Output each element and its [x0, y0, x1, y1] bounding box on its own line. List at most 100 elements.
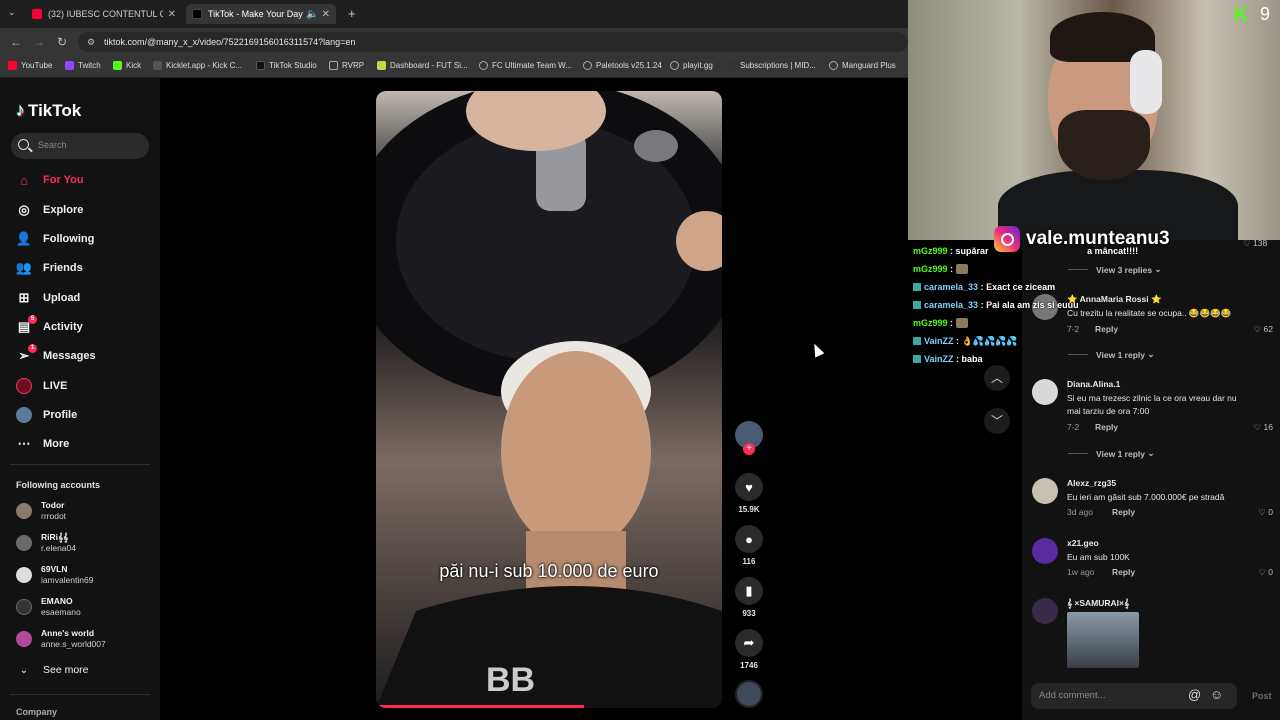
- reply-button[interactable]: Reply: [1112, 567, 1135, 577]
- close-icon[interactable]: 🔈 ✕: [306, 9, 330, 20]
- next-video-button[interactable]: ﹀: [984, 408, 1010, 434]
- reply-button[interactable]: Reply: [1112, 507, 1135, 517]
- like-button[interactable]: ♥ 15.9K: [735, 473, 763, 514]
- compass-icon: ◎: [18, 202, 30, 217]
- company-link[interactable]: Company: [16, 707, 57, 717]
- tiktok-logo[interactable]: ♪ TikTok: [16, 100, 81, 121]
- emoji-icon[interactable]: ☺: [1210, 687, 1223, 702]
- sidebar-item-for-you[interactable]: ⌂ For You: [16, 170, 83, 190]
- share-button[interactable]: ➦ 1746: [735, 629, 763, 670]
- bookmark-subscriptions[interactable]: Subscriptions | MID...: [727, 61, 816, 70]
- comment-image[interactable]: [1067, 612, 1139, 668]
- chat-text: : Exact ce ziceam: [980, 282, 1056, 292]
- like-button[interactable]: ♡ 0: [1258, 567, 1273, 578]
- divider: [10, 694, 150, 695]
- bookmark-twitch[interactable]: Twitch: [65, 61, 101, 70]
- following-account[interactable]: RiRi𝄞𝄞 r.elena04: [16, 532, 76, 554]
- search-input[interactable]: Search: [11, 133, 149, 159]
- heart-icon: ♥: [735, 473, 763, 501]
- comment-author[interactable]: ⭐ AnnaMaria Rossi ⭐: [1067, 294, 1162, 305]
- live-icon: [16, 378, 32, 394]
- video-frame: BB: [376, 91, 722, 708]
- view-replies-button[interactable]: View 1 reply ⌄: [1068, 349, 1154, 360]
- previous-video-button[interactable]: ︿: [984, 365, 1010, 391]
- avatar: [16, 535, 32, 551]
- avatar[interactable]: [1032, 538, 1058, 564]
- sidebar-item-more[interactable]: ⋯ More: [16, 434, 70, 454]
- avatar[interactable]: [1032, 379, 1058, 405]
- comment-author[interactable]: 𝄞 ×SAMURAI×𝄞: [1067, 598, 1129, 609]
- reload-icon[interactable]: ↻: [57, 35, 67, 49]
- view-replies-button[interactable]: View 3 replies ⌄: [1068, 264, 1162, 275]
- sidebar-item-following[interactable]: 👤 Following: [16, 229, 94, 249]
- forward-icon[interactable]: →: [33, 35, 45, 49]
- divider: [10, 464, 150, 465]
- chat-message: VainZZ : 👌💦💦💦💦: [913, 336, 1018, 347]
- sound-disc-button[interactable]: [735, 680, 763, 708]
- bookmark-kick[interactable]: Kick: [113, 61, 141, 70]
- bookmark-youtube[interactable]: YouTube: [8, 61, 52, 70]
- tab-youtube[interactable]: (32) IUBESC CONTENTUL CRING ✕: [26, 4, 182, 24]
- like-number: 62: [1263, 324, 1273, 334]
- bookmark-manguard[interactable]: Manguard Plus: [829, 61, 896, 70]
- chat-message: mGz999 :: [913, 264, 968, 274]
- creator-avatar-button[interactable]: +: [735, 421, 763, 455]
- like-button[interactable]: ♡ 16: [1254, 422, 1273, 433]
- sidebar-item-explore[interactable]: ◎ Explore: [16, 200, 83, 220]
- comment-button[interactable]: ● 116: [735, 525, 763, 566]
- chat-text: :: [950, 264, 954, 274]
- following-account[interactable]: 69VLN iamvalentin69: [16, 564, 93, 586]
- comment-author[interactable]: x21.geo: [1067, 538, 1099, 548]
- sidebar-item-live[interactable]: LIVE: [16, 376, 67, 396]
- following-account[interactable]: Anne's world anne.s_world007: [16, 628, 106, 650]
- chat-text: :: [950, 318, 954, 328]
- comment-author[interactable]: Alexz_rzg35: [1067, 478, 1116, 488]
- sidebar-item-messages[interactable]: ➢ 1 Messages: [16, 344, 96, 366]
- avatar[interactable]: [1032, 478, 1058, 504]
- back-icon[interactable]: ←: [10, 35, 22, 49]
- site-info-icon[interactable]: ⚙: [87, 32, 95, 52]
- mention-icon[interactable]: @: [1188, 687, 1201, 702]
- bookmark-tiktok-studio[interactable]: TikTok Studio: [256, 61, 317, 70]
- like-count[interactable]: ♡ 138: [1243, 238, 1267, 249]
- bookmark-paletools[interactable]: Paletools v25.1.24: [583, 61, 662, 70]
- comment-author[interactable]: Diana.Alina.1: [1067, 379, 1120, 389]
- chat-text: : supărar: [950, 246, 989, 256]
- nav-label: Upload: [43, 292, 81, 304]
- bookmark-fc-ultimate[interactable]: FC Ultimate Team W...: [479, 61, 572, 70]
- new-tab-button[interactable]: +: [348, 6, 356, 21]
- follow-plus-icon[interactable]: +: [743, 443, 755, 455]
- reply-button[interactable]: Reply: [1095, 324, 1118, 334]
- upload-icon: ⊞: [18, 290, 30, 305]
- avatar[interactable]: [1032, 598, 1058, 624]
- bookmark-kicklet[interactable]: Kicklet.app - Kick C...: [153, 61, 242, 70]
- comment-date: 3d ago: [1067, 507, 1093, 517]
- chat-emote: [955, 264, 968, 274]
- bookmark-rvrp[interactable]: RVRP: [329, 61, 364, 70]
- close-icon[interactable]: ✕: [168, 9, 176, 20]
- url-field[interactable]: ⚙ tiktok.com/@many_x_x/video/75221691560…: [78, 32, 908, 52]
- bookmark-label: Twitch: [78, 61, 101, 70]
- bookmark-playit[interactable]: playit.gg: [670, 61, 713, 70]
- post-button[interactable]: Post: [1252, 691, 1272, 701]
- sidebar-item-upload[interactable]: ⊞ Upload: [16, 288, 81, 308]
- following-account[interactable]: EMANO esaemano: [16, 596, 81, 618]
- see-more-button[interactable]: ⌄ See more: [16, 660, 89, 680]
- messages-icon: ➢ 1: [16, 344, 37, 364]
- video-progress-bar[interactable]: [376, 705, 584, 708]
- like-button[interactable]: ♡ 0: [1258, 507, 1273, 518]
- sidebar-item-activity[interactable]: ▤ 5 Activity: [16, 315, 83, 337]
- video-player[interactable]: BB păi nu-i sub 10.000 de euro: [376, 91, 722, 708]
- tab-tiktok[interactable]: TikTok - Make Your Day 🔈 ✕: [186, 4, 336, 24]
- tab-list-icon[interactable]: ⌄: [8, 7, 16, 18]
- reply-button[interactable]: Reply: [1095, 422, 1118, 432]
- view-replies-button[interactable]: View 1 reply ⌄: [1068, 448, 1154, 459]
- sidebar-item-profile[interactable]: Profile: [16, 405, 77, 425]
- like-button[interactable]: ♡ 62: [1254, 324, 1273, 335]
- bookmark-dashboard[interactable]: Dashboard - FUT Si...: [377, 61, 468, 70]
- following-account[interactable]: Todor rrrodot: [16, 500, 66, 522]
- folder-icon: [329, 61, 338, 70]
- save-button[interactable]: ▮ 933: [735, 577, 763, 618]
- add-comment-input[interactable]: Add comment... @ ☺: [1031, 683, 1237, 709]
- sidebar-item-friends[interactable]: 👥 Friends: [16, 258, 83, 278]
